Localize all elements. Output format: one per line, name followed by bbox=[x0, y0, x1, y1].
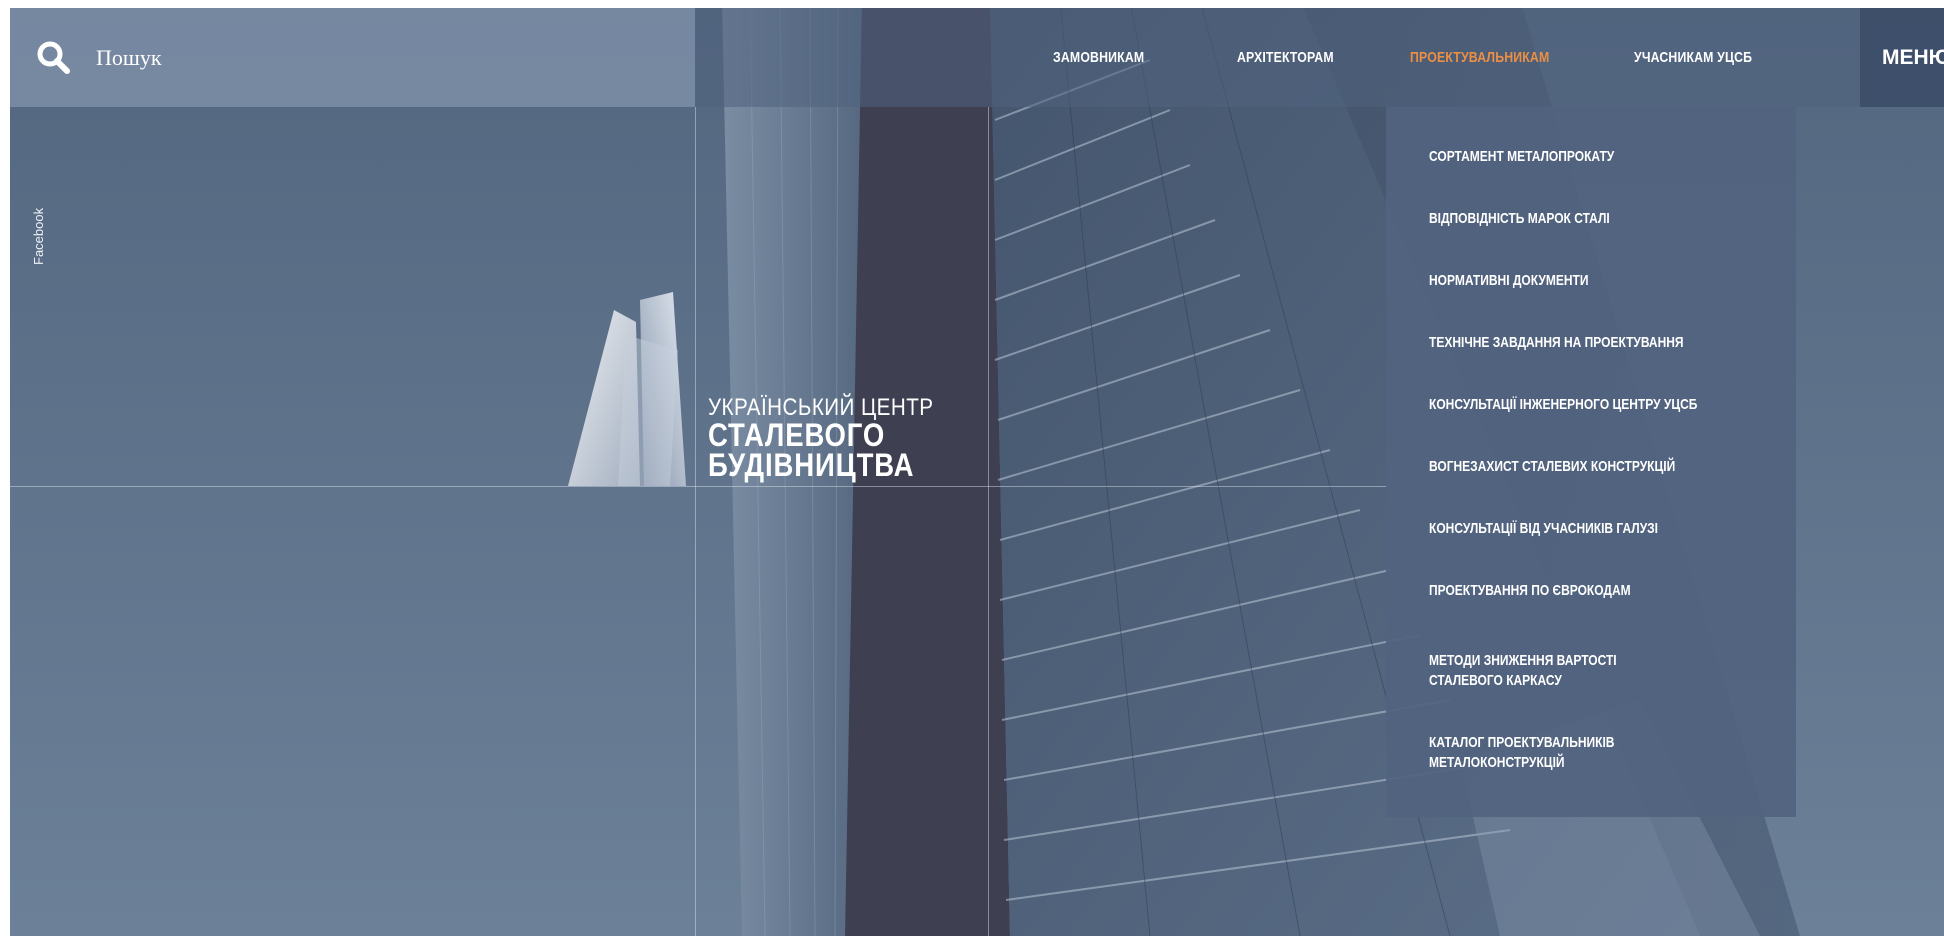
nav-item-architects[interactable]: АРХІТЕКТОРАМ bbox=[1237, 8, 1334, 107]
designers-dropdown-menu: СОРТАМЕНТ МЕТАЛОПРОКАТУ ВІДПОВІДНІСТЬ МА… bbox=[1386, 107, 1796, 817]
logo[interactable]: УКРАЇНСЬКИЙ ЦЕНТР СТАЛЕВОГО БУДІВНИЦТВА bbox=[708, 396, 970, 483]
dropdown-item-designers-catalog[interactable]: КАТАЛОГ ПРОЕКТУВАЛЬНИКІВ МЕТАЛОКОНСТРУКЦ… bbox=[1429, 733, 1645, 773]
dropdown-item-normative-documents[interactable]: НОРМАТИВНІ ДОКУМЕНТИ bbox=[1429, 271, 1765, 291]
dropdown-item-engineering-consultations[interactable]: КОНСУЛЬТАЦІЇ ІНЖЕНЕРНОГО ЦЕНТРУ УЦСБ bbox=[1429, 395, 1765, 415]
dropdown-item-technical-assignment[interactable]: ТЕХНІЧНЕ ЗАВДАННЯ НА ПРОЕКТУВАННЯ bbox=[1429, 333, 1765, 353]
nav-item-members[interactable]: УЧАСНИКАМ УЦСБ bbox=[1634, 8, 1752, 107]
search-icon[interactable] bbox=[34, 38, 74, 78]
dropdown-item-industry-consultations[interactable]: КОНСУЛЬТАЦІЇ ВІД УЧАСНИКІВ ГАЛУЗІ bbox=[1429, 519, 1765, 539]
dropdown-item-cost-reduction[interactable]: МЕТОДИ ЗНИЖЕННЯ ВАРТОСТІ СТАЛЕВОГО КАРКА… bbox=[1429, 651, 1693, 691]
top-edge bbox=[0, 0, 1944, 8]
search-bar[interactable]: Пошук bbox=[10, 8, 695, 107]
dropdown-item-steel-assortment[interactable]: СОРТАМЕНТ МЕТАЛОПРОКАТУ bbox=[1429, 147, 1765, 167]
dropdown-item-fire-protection[interactable]: ВОГНЕЗАХИСТ СТАЛЕВИХ КОНСТРУКЦІЙ bbox=[1429, 457, 1765, 477]
logo-line-3: БУДІВНИЦТВА bbox=[708, 447, 915, 483]
search-input[interactable]: Пошук bbox=[96, 45, 162, 71]
page: Пошук ЗАМОВНИКАМ АРХІТЕКТОРАМ ПРОЕКТУВАЛ… bbox=[0, 0, 1944, 936]
left-edge bbox=[0, 0, 10, 936]
facebook-link[interactable]: Facebook bbox=[31, 208, 46, 265]
logo-line-2: СТАЛЕВОГО bbox=[708, 417, 886, 453]
grid-line bbox=[10, 486, 1388, 487]
grid-line bbox=[988, 107, 989, 936]
grid-line bbox=[695, 107, 696, 936]
header-bar: Пошук ЗАМОВНИКАМ АРХІТЕКТОРАМ ПРОЕКТУВАЛ… bbox=[10, 8, 1944, 107]
nav-item-customers[interactable]: ЗАМОВНИКАМ bbox=[1053, 8, 1144, 107]
menu-button[interactable]: МЕНЮ bbox=[1860, 8, 1944, 107]
nav-item-designers[interactable]: ПРОЕКТУВАЛЬНИКАМ bbox=[1410, 8, 1549, 107]
logo-icon bbox=[568, 292, 686, 486]
dropdown-item-eurocodes[interactable]: ПРОЕКТУВАННЯ ПО ЄВРОКОДАМ bbox=[1429, 581, 1765, 601]
dropdown-item-steel-grades[interactable]: ВІДПОВІДНІСТЬ МАРОК СТАЛІ bbox=[1429, 209, 1765, 229]
